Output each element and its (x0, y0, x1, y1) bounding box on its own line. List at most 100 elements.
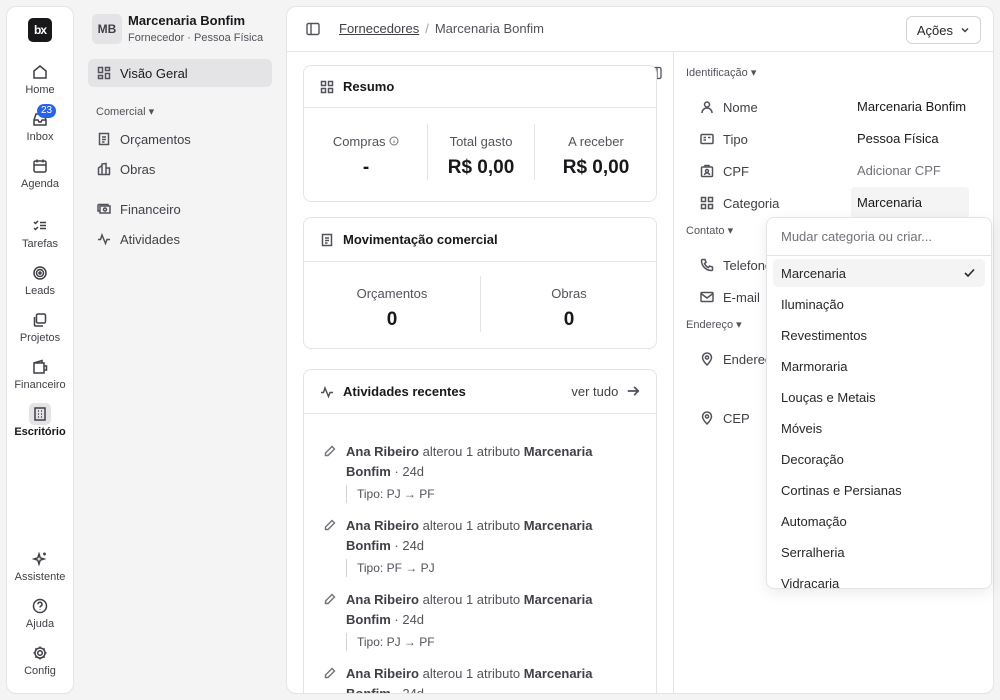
atividades-header: Atividades recentes ver tudo (304, 370, 656, 414)
nav-atividades[interactable]: Atividades (88, 225, 272, 253)
overview-column: Resumo Compras - Total gasto R$ 0,00 A r… (287, 52, 674, 694)
field-value[interactable]: Marcenaria (851, 187, 969, 219)
rail-item-label: Inbox (26, 131, 54, 143)
rail-item-projetos[interactable]: Projetos (7, 312, 73, 344)
category-option[interactable]: Móveis (773, 414, 985, 442)
activity-icon (321, 385, 333, 399)
stat-label: A receber (568, 134, 624, 149)
rail-item-label: Config (24, 665, 56, 677)
sparkles-icon (32, 551, 47, 567)
calendar-icon (33, 159, 47, 173)
section-contato[interactable]: Contato ▾ (686, 224, 733, 237)
rail-item-leads[interactable]: Leads (7, 265, 73, 297)
chevron-down-icon (961, 27, 969, 33)
field-categoria[interactable]: Categoria Marcenaria (700, 187, 980, 219)
folders-icon (33, 313, 47, 327)
category-option[interactable]: Automação (773, 507, 985, 535)
nav-label: Atividades (120, 231, 180, 247)
pencil-icon (324, 593, 336, 605)
section-identificacao[interactable]: Identificação ▾ (686, 66, 756, 79)
nav-financeiro[interactable]: Financeiro (88, 195, 272, 223)
rail-item-ajuda[interactable]: Ajuda (7, 598, 73, 630)
field-value[interactable]: Adicionar CPF (851, 155, 969, 187)
rail-item-inbox[interactable]: 23 Inbox (7, 104, 73, 143)
topbar: Fornecedores / Marcenaria Bonfim Ações (287, 7, 993, 52)
category-option[interactable]: Cortinas e Persianas (773, 476, 985, 504)
grid-icon (700, 196, 714, 210)
stat-label: Orçamentos (356, 286, 428, 301)
id-card-icon (700, 133, 714, 145)
section-endereco[interactable]: Endereço ▾ (686, 318, 742, 331)
category-search-input[interactable] (781, 229, 981, 244)
pencil-icon (324, 445, 336, 457)
category-option[interactable]: Vidraçaria (773, 569, 985, 589)
field-cpf[interactable]: CPF Adicionar CPF (700, 157, 980, 185)
stat-value: 0 (386, 309, 398, 330)
badge-icon (700, 164, 714, 178)
stat-orcamentos: Orçamentos 0 (304, 286, 480, 331)
field-value[interactable]: Pessoa Física (851, 123, 969, 155)
target-icon (33, 266, 47, 280)
cash-icon (97, 203, 111, 214)
nav-section-comercial[interactable]: Comercial ▾ (96, 105, 154, 118)
rail-item-tarefas[interactable]: Tarefas (7, 218, 73, 250)
rail-item-label: Ajuda (25, 618, 55, 630)
nav-obras[interactable]: Obras (88, 155, 272, 183)
actions-label: Ações (916, 22, 953, 38)
buildings-icon (97, 162, 111, 176)
breadcrumb-parent-link[interactable]: Fornecedores (339, 21, 419, 36)
nav-visao-geral[interactable]: Visão Geral (88, 59, 272, 87)
movimentacao-card: Movimentação comercial Orçamentos 0 Obra… (303, 217, 657, 349)
rail-item-assistente[interactable]: Assistente (7, 551, 73, 583)
category-option[interactable]: Louças e Metais (773, 383, 985, 411)
stat-label: Obras (551, 286, 587, 301)
category-option[interactable]: Serralheria (773, 538, 985, 566)
activity-text: Ana Ribeiro alterou 1 atributo Marcenari… (346, 592, 593, 627)
mail-icon (700, 291, 714, 303)
category-option[interactable]: Marcenaria (773, 259, 985, 287)
category-option[interactable]: Iluminação (773, 290, 985, 318)
category-option[interactable]: Marmoraria (773, 352, 985, 380)
field-value[interactable]: Marcenaria Bonfim (851, 91, 969, 123)
rail-item-escritorio[interactable]: Escritório (7, 403, 73, 438)
avatar: MB (92, 14, 122, 44)
arrow-right-icon (627, 386, 640, 396)
field-nome[interactable]: Nome Marcenaria Bonfim (700, 93, 980, 121)
entity-sidebar: MB Marcenaria Bonfim Fornecedor · Pessoa… (80, 6, 280, 694)
rail-item-label: Assistente (14, 571, 66, 583)
breadcrumb: Fornecedores / Marcenaria Bonfim (339, 21, 544, 36)
inbox-badge: 23 (37, 104, 57, 118)
map-pin-icon (701, 411, 713, 425)
pencil-icon (324, 519, 336, 531)
stat-compras: Compras - (314, 134, 418, 179)
activity-text: Ana Ribeiro alterou 1 atributo Marcenari… (346, 666, 593, 694)
resumo-card: Resumo Compras - Total gasto R$ 0,00 A r… (303, 65, 657, 202)
stat-value: 0 (563, 309, 575, 330)
rail-item-config[interactable]: Config (7, 645, 73, 677)
stat-total-gasto: Total gasto R$ 0,00 (428, 134, 534, 179)
rail-item-home[interactable]: Home (7, 64, 73, 96)
sidebar-toggle-icon[interactable] (306, 22, 320, 36)
user-icon (701, 101, 713, 114)
stat-value: R$ 0,00 (562, 157, 630, 178)
building-icon (34, 407, 46, 421)
pencil-icon (324, 667, 336, 679)
actions-button[interactable]: Ações (905, 16, 981, 44)
receipt-icon (98, 132, 110, 146)
field-tipo[interactable]: Tipo Pessoa Física (700, 125, 980, 153)
nav-label: Financeiro (120, 201, 181, 217)
atividades-title: Atividades recentes (343, 384, 466, 399)
ver-tudo-link[interactable]: ver tudo (571, 384, 640, 399)
rail-item-financeiro[interactable]: Financeiro (7, 359, 73, 391)
stat-label: Compras (314, 134, 418, 149)
receipt-icon (321, 233, 333, 246)
app-logo[interactable]: bx (28, 18, 52, 42)
category-option[interactable]: Revestimentos (773, 321, 985, 349)
nav-orcamentos[interactable]: Orçamentos (88, 125, 272, 153)
category-option[interactable]: Decoração (773, 445, 985, 473)
activity-change: Tipo: PJ → PF (346, 485, 644, 503)
grid-icon (320, 80, 334, 93)
rail-item-agenda[interactable]: Agenda (7, 158, 73, 190)
info-icon[interactable] (389, 136, 399, 146)
activity-item: Ana Ribeiro alterou 1 atributo Marcenari… (324, 590, 644, 651)
